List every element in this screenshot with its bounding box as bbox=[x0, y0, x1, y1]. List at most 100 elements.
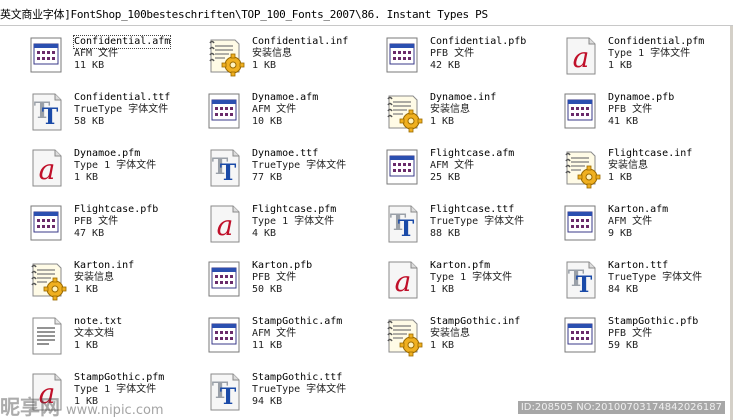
file-type: PFB 文件 bbox=[252, 272, 297, 283]
file-name: Karton.pfb bbox=[252, 260, 313, 271]
afm-file-icon bbox=[381, 146, 425, 190]
file-item[interactable]: T T Karton.ttf TrueType 字体文件 84 KB bbox=[537, 250, 707, 306]
file-label: StampGothic.inf 安装信息 1 KB bbox=[430, 316, 520, 352]
file-item[interactable]: Flightcase.inf 安装信息 1 KB bbox=[537, 138, 707, 194]
svg-text:a: a bbox=[39, 153, 56, 186]
file-name: Flightcase.inf bbox=[608, 148, 693, 159]
address-bar[interactable]: 英文商业字体]FontShop_100besteschriften\TOP_10… bbox=[0, 0, 733, 26]
file-name: Flightcase.afm bbox=[430, 148, 515, 159]
file-type: AFM 文件 bbox=[608, 216, 653, 227]
file-size: 77 KB bbox=[252, 172, 283, 183]
file-item[interactable]: a Flightcase.pfm Type 1 字体文件 4 KB bbox=[181, 194, 351, 250]
file-label: Confidential.afm AFM 文件 11 KB bbox=[72, 35, 172, 72]
file-name: Flightcase.pfb bbox=[74, 204, 159, 215]
file-type: TrueType 字体文件 bbox=[74, 104, 169, 115]
file-item[interactable]: a Confidential.pfm Type 1 字体文件 1 KB bbox=[537, 26, 707, 82]
truetype-font-icon: T T bbox=[381, 202, 425, 246]
file-name: Confidential.inf bbox=[252, 36, 349, 47]
file-label: Flightcase.inf 安装信息 1 KB bbox=[608, 148, 692, 184]
file-item[interactable]: T T Flightcase.ttf TrueType 字体文件 88 KB bbox=[359, 194, 529, 250]
file-label: Flightcase.ttf TrueType 字体文件 88 KB bbox=[430, 204, 524, 240]
file-name: Confidential.ttf bbox=[74, 92, 171, 103]
file-type: TrueType 字体文件 bbox=[608, 272, 703, 283]
file-item[interactable]: Karton.inf 安装信息 1 KB bbox=[3, 250, 173, 306]
file-list-view[interactable]: Confidential.afm AFM 文件 11 KB Confidential… bbox=[0, 26, 733, 420]
file-name: Confidential.pfm bbox=[608, 36, 705, 47]
file-type: 文本文档 bbox=[74, 328, 114, 339]
file-size: 11 KB bbox=[252, 340, 283, 351]
file-label: Karton.inf 安装信息 1 KB bbox=[74, 260, 134, 296]
file-size: 84 KB bbox=[608, 284, 639, 295]
file-type: Type 1 字体文件 bbox=[608, 48, 691, 59]
svg-text:T: T bbox=[398, 216, 415, 242]
file-item[interactable]: note.txt 文本文档 1 KB bbox=[3, 306, 173, 362]
truetype-font-icon: T T bbox=[25, 90, 69, 134]
file-label: Karton.afm AFM 文件 9 KB bbox=[608, 204, 668, 240]
file-item[interactable]: StampGothic.afm AFM 文件 11 KB bbox=[181, 306, 351, 362]
file-type: PFB 文件 bbox=[608, 328, 653, 339]
file-label: Flightcase.afm AFM 文件 25 KB bbox=[430, 148, 514, 184]
file-item[interactable]: Flightcase.pfb PFB 文件 47 KB bbox=[3, 194, 173, 250]
file-item[interactable]: T T StampGothic.ttf TrueType 字体文件 94 KB bbox=[181, 362, 351, 418]
file-item[interactable]: Karton.afm AFM 文件 9 KB bbox=[537, 194, 707, 250]
pfb-file-icon bbox=[381, 34, 425, 78]
file-label: Dynamoe.afm AFM 文件 10 KB bbox=[252, 92, 318, 128]
file-item[interactable]: a Karton.pfm Type 1 字体文件 1 KB bbox=[359, 250, 529, 306]
file-label: Flightcase.pfm Type 1 字体文件 4 KB bbox=[252, 204, 336, 240]
file-size: 11 KB bbox=[74, 60, 105, 71]
pfb-file-icon bbox=[203, 258, 247, 302]
truetype-font-icon: T T bbox=[559, 258, 603, 302]
watermark-id: ID:208505 NO:20100703174842026187 bbox=[517, 401, 725, 414]
type1-font-icon: a bbox=[381, 258, 425, 302]
file-size: 42 KB bbox=[430, 60, 461, 71]
file-size: 1 KB bbox=[608, 60, 633, 71]
file-item[interactable]: Dynamoe.inf 安装信息 1 KB bbox=[359, 82, 529, 138]
file-label: Confidential.inf 安装信息 1 KB bbox=[252, 36, 348, 72]
address-path[interactable]: 英文商业字体]FontShop_100besteschriften\TOP_10… bbox=[0, 6, 488, 22]
file-item[interactable]: Karton.pfb PFB 文件 50 KB bbox=[181, 250, 351, 306]
file-type: PFB 文件 bbox=[74, 216, 119, 227]
file-item[interactable]: T T Confidential.ttf TrueType 字体文件 58 KB bbox=[3, 82, 173, 138]
file-item[interactable]: Confidential.inf 安装信息 1 KB bbox=[181, 26, 351, 82]
file-item[interactable]: a Dynamoe.pfm Type 1 字体文件 1 KB bbox=[3, 138, 173, 194]
file-item[interactable]: Flightcase.afm AFM 文件 25 KB bbox=[359, 138, 529, 194]
file-size: 10 KB bbox=[252, 116, 283, 127]
file-type: 安装信息 bbox=[74, 272, 114, 283]
truetype-font-icon: T T bbox=[203, 370, 247, 414]
file-name: Flightcase.ttf bbox=[430, 204, 515, 215]
svg-text:a: a bbox=[395, 265, 412, 298]
file-name: Dynamoe.afm bbox=[252, 92, 319, 103]
file-item[interactable]: Confidential.pfb PFB 文件 42 KB bbox=[359, 26, 529, 82]
file-name: Dynamoe.pfm bbox=[74, 148, 141, 159]
file-size: 1 KB bbox=[608, 172, 633, 183]
file-item[interactable]: T T Dynamoe.ttf TrueType 字体文件 77 KB bbox=[181, 138, 351, 194]
file-name: StampGothic.inf bbox=[430, 316, 521, 327]
file-name: Karton.inf bbox=[74, 260, 135, 271]
file-name: note.txt bbox=[74, 316, 123, 327]
setup-info-icon bbox=[25, 258, 69, 302]
truetype-font-icon: T T bbox=[203, 146, 247, 190]
file-label: Dynamoe.ttf TrueType 字体文件 77 KB bbox=[252, 148, 346, 184]
file-type: 安装信息 bbox=[430, 328, 470, 339]
setup-info-icon bbox=[381, 90, 425, 134]
file-name: Dynamoe.pfb bbox=[608, 92, 675, 103]
svg-text:T: T bbox=[576, 272, 593, 298]
afm-file-icon bbox=[559, 202, 603, 246]
type1-font-icon: a bbox=[559, 34, 603, 78]
type1-font-icon: a bbox=[203, 202, 247, 246]
file-type: TrueType 字体文件 bbox=[252, 160, 347, 171]
file-item[interactable]: StampGothic.pfb PFB 文件 59 KB bbox=[537, 306, 707, 362]
file-type: AFM 文件 bbox=[252, 104, 297, 115]
file-size: 58 KB bbox=[74, 116, 105, 127]
file-type: AFM 文件 bbox=[430, 160, 475, 171]
file-item[interactable]: Confidential.afm AFM 文件 11 KB bbox=[3, 26, 173, 82]
pfb-file-icon bbox=[559, 314, 603, 358]
file-type: Type 1 字体文件 bbox=[430, 272, 513, 283]
file-item[interactable]: Dynamoe.pfb PFB 文件 41 KB bbox=[537, 82, 707, 138]
file-item[interactable]: StampGothic.inf 安装信息 1 KB bbox=[359, 306, 529, 362]
file-label: StampGothic.pfb PFB 文件 59 KB bbox=[608, 316, 698, 352]
type1-font-icon: a bbox=[25, 146, 69, 190]
file-item[interactable]: Dynamoe.afm AFM 文件 10 KB bbox=[181, 82, 351, 138]
watermark-logo: 昵享网 www.nipic.com bbox=[0, 391, 164, 420]
file-type: Type 1 字体文件 bbox=[74, 160, 157, 171]
